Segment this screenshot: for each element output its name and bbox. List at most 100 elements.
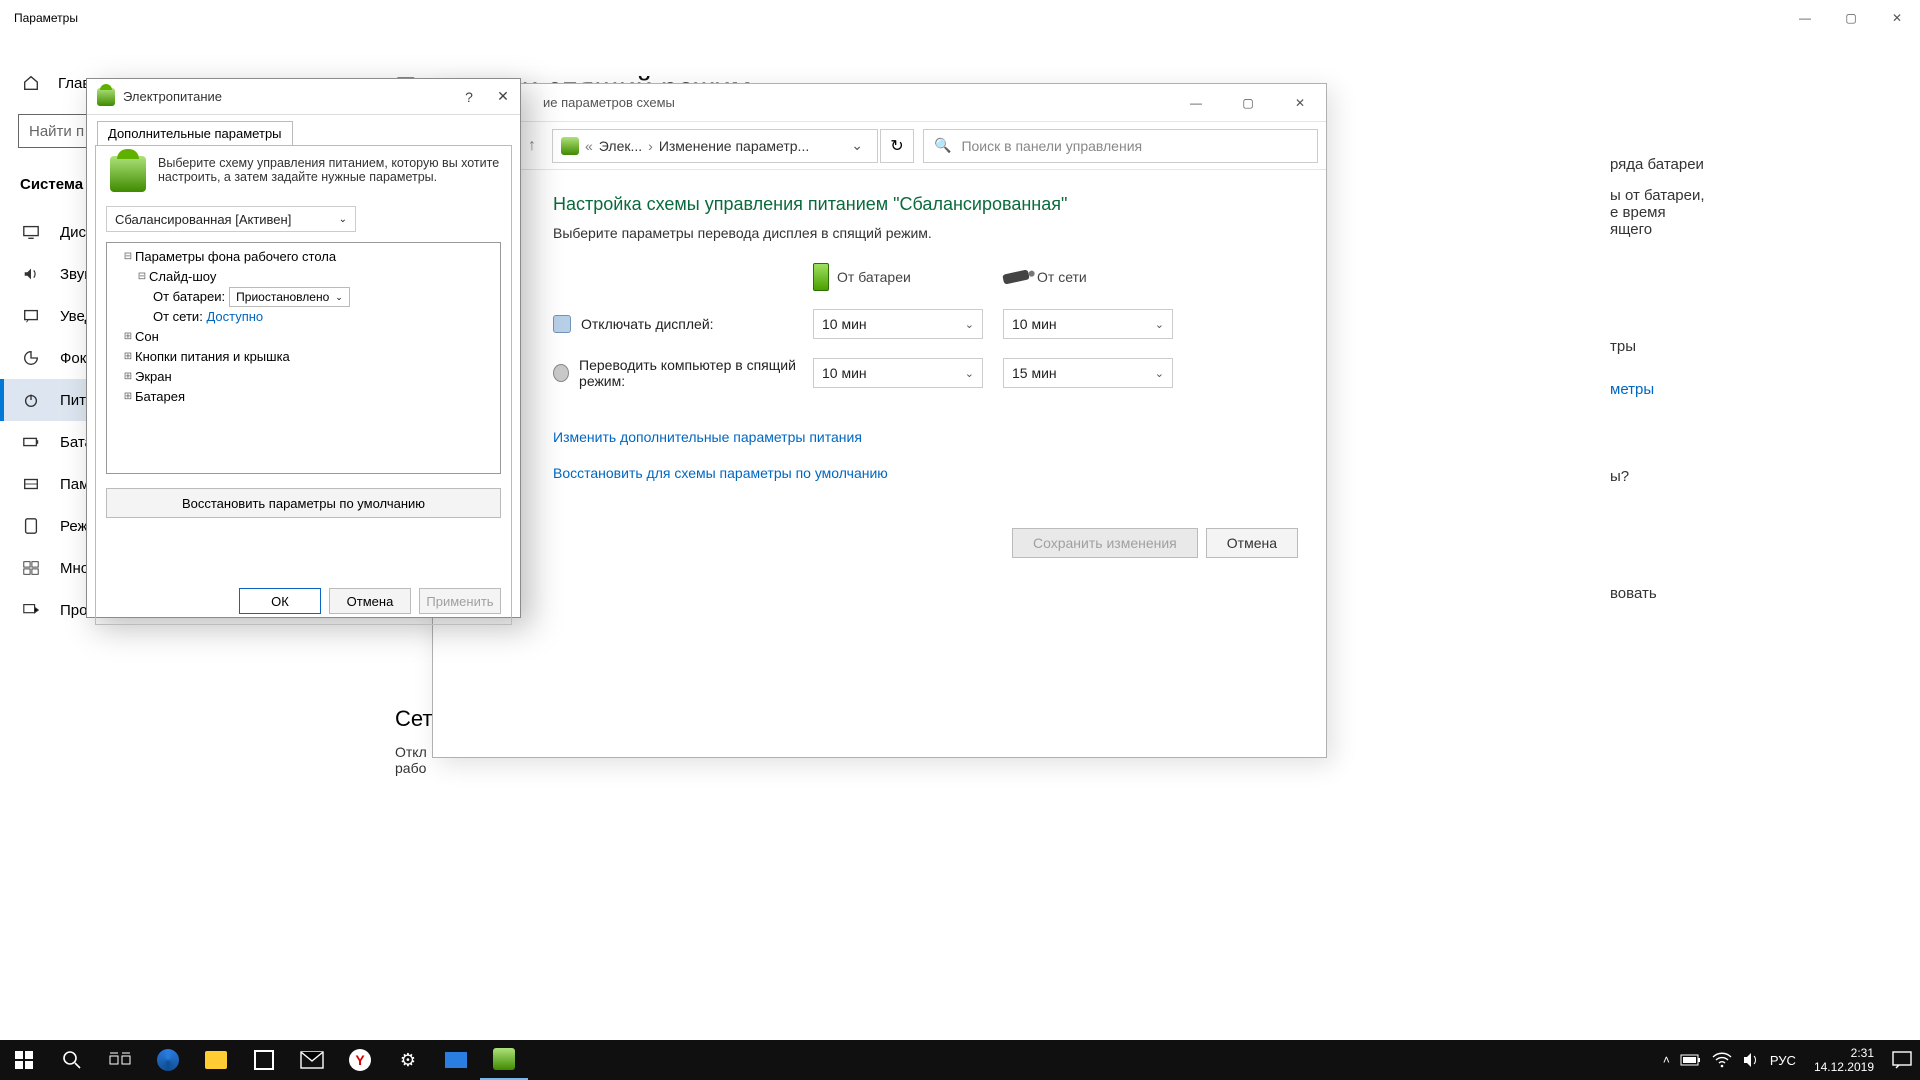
apply-button[interactable]: Применить <box>419 588 501 614</box>
tray-clock[interactable]: 2:31 14.12.2019 <box>1806 1046 1882 1074</box>
multitask-icon <box>22 559 40 577</box>
taskbar-edge[interactable] <box>144 1040 192 1080</box>
folder-icon <box>205 1051 227 1069</box>
settings-titlebar: Параметры — ▢ ✕ <box>0 0 1920 36</box>
storage-icon <box>22 475 40 493</box>
security-icon <box>445 1052 467 1068</box>
tree-node-screen[interactable]: Экран <box>135 367 172 387</box>
tree-expand-icon[interactable]: ⊞ <box>121 367 135 387</box>
search-placeholder: Поиск в панели управления <box>961 138 1142 154</box>
breadcrumb-part1[interactable]: Элек... <box>599 138 642 154</box>
breadcrumb[interactable]: « Элек... › Изменение параметр... ⌄ <box>552 129 878 163</box>
taskbar-settings[interactable]: ⚙ <box>384 1040 432 1080</box>
store-icon <box>254 1050 274 1070</box>
chevron-down-icon: ⌄ <box>965 367 974 380</box>
taskbar: Y ⚙ ˄ РУС 2:31 14.12.2019 <box>0 1040 1920 1080</box>
tree-node-slideshow[interactable]: Слайд-шоу <box>149 267 216 287</box>
related-text: ряда батареи <box>1610 156 1880 173</box>
tablet-icon <box>22 517 40 535</box>
plan-heading: Настройка схемы управления питанием "Сба… <box>553 194 1290 215</box>
row-sleep-label: Переводить компьютер в спящий режим: <box>553 357 813 389</box>
tray-language[interactable]: РУС <box>1770 1053 1796 1068</box>
maximize-icon[interactable]: ▢ <box>1222 88 1274 118</box>
slideshow-battery-select[interactable]: Приостановлено⌄ <box>229 287 350 307</box>
close-icon[interactable]: ✕ <box>486 83 520 111</box>
tree-node-battery[interactable]: Батарея <box>135 387 185 407</box>
display-off-battery-select[interactable]: 10 мин⌄ <box>813 309 983 339</box>
column-ac: От сети <box>1003 269 1193 285</box>
minimize-icon[interactable]: — <box>1170 88 1222 118</box>
settings-tree[interactable]: ⊟Параметры фона рабочего стола ⊟Слайд-шо… <box>106 242 501 474</box>
taskbar-explorer[interactable] <box>192 1040 240 1080</box>
cancel-button[interactable]: Отмена <box>329 588 411 614</box>
chevron-down-icon[interactable]: ⌄ <box>851 137 869 154</box>
tree-node-sleep[interactable]: Сон <box>135 327 159 347</box>
display-icon <box>22 223 40 241</box>
taskbar-yandex[interactable]: Y <box>336 1040 384 1080</box>
tree-expand-icon[interactable]: ⊞ <box>121 347 135 367</box>
settings-title: Параметры <box>0 11 78 25</box>
tree-collapse-icon[interactable]: ⊟ <box>135 267 149 287</box>
link-restore-defaults[interactable]: Восстановить для схемы параметры по умол… <box>553 465 1290 481</box>
search-button[interactable] <box>48 1040 96 1080</box>
related-link-improve: вовать <box>1610 585 1880 602</box>
tray-chevron-icon[interactable]: ˄ <box>1663 1053 1670 1067</box>
plan-title-suffix: ие параметров схемы <box>543 95 675 110</box>
gear-icon: ⚙ <box>400 1050 416 1071</box>
tray-wifi-icon[interactable] <box>1712 1052 1732 1068</box>
tree-node-buttons-lid[interactable]: Кнопки питания и крышка <box>135 347 290 367</box>
chevron-down-icon: ⌄ <box>965 318 974 331</box>
tree-collapse-icon[interactable]: ⊟ <box>121 247 135 267</box>
advanced-description: Выберите схему управления питанием, кото… <box>158 156 501 192</box>
action-center-icon[interactable] <box>1892 1051 1912 1069</box>
related-column: ряда батареи ы от батареи,е времяящего т… <box>1610 156 1880 602</box>
plan-navbar: ← → ↑ « Элек... › Изменение параметр... … <box>433 122 1326 170</box>
tree-expand-icon[interactable]: ⊞ <box>121 327 135 347</box>
advanced-power-dialog: Электропитание ? ✕ Дополнительные параме… <box>86 78 521 618</box>
advanced-title: Электропитание <box>123 89 222 104</box>
tray-battery-icon[interactable] <box>1680 1053 1702 1067</box>
power-plan-icon <box>561 137 579 155</box>
chevron-down-icon: ⌄ <box>339 214 347 225</box>
slideshow-ac-value[interactable]: Доступно <box>206 307 263 327</box>
tab-additional-params[interactable]: Дополнительные параметры <box>97 121 293 145</box>
breadcrumb-sep: « <box>585 138 593 154</box>
scheme-select[interactable]: Сбалансированная [Активен] ⌄ <box>106 206 356 232</box>
plan-settings-window: ие параметров схемы — ▢ ✕ ← → ↑ « Элек..… <box>432 83 1327 758</box>
tray-date: 14.12.2019 <box>1814 1060 1874 1074</box>
taskbar-power-options[interactable] <box>480 1040 528 1080</box>
sleep-battery-select[interactable]: 10 мин⌄ <box>813 358 983 388</box>
start-button[interactable] <box>0 1040 48 1080</box>
link-advanced-power[interactable]: Изменить дополнительные параметры питани… <box>553 429 1290 445</box>
close-icon[interactable]: ✕ <box>1274 88 1326 118</box>
restore-defaults-button[interactable]: Восстановить параметры по умолчанию <box>106 488 501 518</box>
row-display-label: Отключать дисплей: <box>553 315 813 333</box>
taskbar-mail[interactable] <box>288 1040 336 1080</box>
taskbar-store[interactable] <box>240 1040 288 1080</box>
plan-subheading: Выберите параметры перевода дисплея в сп… <box>553 225 1290 241</box>
focus-icon <box>22 349 40 367</box>
taskbar-security[interactable] <box>432 1040 480 1080</box>
task-view-button[interactable] <box>96 1040 144 1080</box>
search-icon: 🔍 <box>934 137 951 154</box>
ok-button[interactable]: ОК <box>239 588 321 614</box>
control-panel-search[interactable]: 🔍 Поиск в панели управления <box>923 129 1318 163</box>
tree-expand-icon[interactable]: ⊞ <box>121 387 135 407</box>
save-changes-button[interactable]: Сохранить изменения <box>1012 528 1198 558</box>
maximize-icon[interactable]: ▢ <box>1828 2 1874 34</box>
plug-icon <box>1002 269 1030 284</box>
breadcrumb-part2[interactable]: Изменение параметр... <box>659 138 809 154</box>
tree-node-bg-params[interactable]: Параметры фона рабочего стола <box>135 247 336 267</box>
power-options-icon <box>97 88 115 106</box>
cancel-button[interactable]: Отмена <box>1206 528 1298 558</box>
minimize-icon[interactable]: — <box>1782 2 1828 34</box>
close-icon[interactable]: ✕ <box>1874 2 1920 34</box>
monitor-icon <box>553 315 571 333</box>
sleep-ac-select[interactable]: 15 мин⌄ <box>1003 358 1173 388</box>
tray-volume-icon[interactable] <box>1742 1051 1760 1069</box>
refresh-button[interactable]: ↻ <box>880 129 914 163</box>
related-link-additional[interactable]: метры <box>1610 381 1880 398</box>
display-off-ac-select[interactable]: 10 мин⌄ <box>1003 309 1173 339</box>
help-icon[interactable]: ? <box>452 83 486 111</box>
yandex-icon: Y <box>349 1049 371 1071</box>
